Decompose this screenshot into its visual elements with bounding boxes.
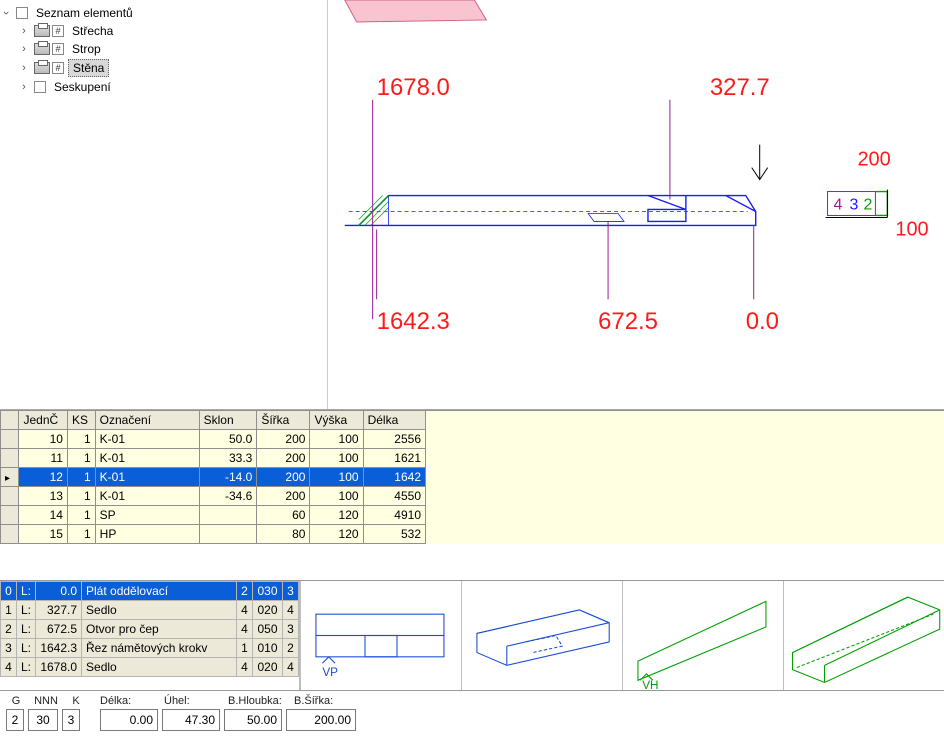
col-header[interactable]: Označení — [95, 411, 199, 430]
row-header[interactable] — [1, 468, 19, 487]
row-header[interactable] — [1, 430, 19, 449]
elements-table[interactable]: JednČKSOznačeníSklonŠířkaVýškaDélka 101K… — [0, 410, 426, 544]
table-row[interactable]: 151HP80120532 — [1, 525, 426, 544]
col-header[interactable]: Délka — [363, 411, 425, 430]
operations-table[interactable]: 0L:0.0Plát oddělovací203031L:327.7Sedlo4… — [0, 581, 300, 690]
tree-item-stěna[interactable]: # Stěna — [18, 58, 327, 78]
table-row[interactable]: 111K-0133.32001001621 — [1, 449, 426, 468]
lbl-nnn: NNN — [30, 695, 62, 707]
row-header[interactable] — [1, 487, 19, 506]
dim-label: 672.5 — [598, 308, 658, 335]
preview-thumbnails: VP VH — [300, 581, 944, 690]
beam-drawing — [345, 196, 756, 226]
operation-row[interactable]: 0L:0.0Plát oddělovací20303 — [1, 582, 299, 601]
tree-root-label: Seznam elementů — [32, 5, 137, 21]
tree-item-label: Střecha — [68, 23, 117, 39]
thumb-vh[interactable]: VH — [622, 581, 783, 690]
table-row[interactable]: 121K-01-14.02001001642 — [1, 468, 426, 487]
input-nnn[interactable] — [28, 709, 58, 731]
printer-icon — [34, 25, 50, 37]
expand-toggle-icon[interactable] — [18, 43, 30, 55]
input-sirka[interactable] — [286, 709, 356, 731]
lbl-k: K — [66, 695, 86, 707]
thumb-iso-blue[interactable] — [461, 581, 622, 690]
drawing-viewport[interactable]: 1678.0 327.7 — [328, 0, 944, 409]
material-section-icon — [345, 0, 487, 22]
col-header[interactable]: Sklon — [199, 411, 257, 430]
row-header[interactable] — [1, 525, 19, 544]
operation-row[interactable]: 4L:1678.0Sedlo40204 — [1, 658, 299, 677]
input-k[interactable] — [62, 709, 80, 731]
svg-text:2: 2 — [863, 196, 872, 213]
lbl-sirka: B.Šířka: — [294, 695, 354, 707]
dim-label: 327.7 — [710, 74, 770, 101]
col-header[interactable]: Výška — [310, 411, 363, 430]
tree-item-label: Stěna — [68, 59, 109, 77]
hash-icon: # — [52, 25, 64, 37]
element-tree: Seznam elementů # Střecha # Strop # Stěna Sesk… — [0, 0, 328, 409]
hash-icon: # — [52, 43, 64, 55]
table-row[interactable]: 101K-0150.02001002556 — [1, 430, 426, 449]
tree-item-strop[interactable]: # Strop — [18, 40, 327, 58]
tree-item-střecha[interactable]: # Střecha — [18, 22, 327, 40]
operation-row[interactable]: 3L:1642.3Řez námětových krokv10102 — [1, 639, 299, 658]
col-header[interactable]: Šířka — [257, 411, 310, 430]
hash-icon: # — [52, 62, 64, 74]
lbl-g: G — [6, 695, 26, 707]
row-header[interactable] — [1, 506, 19, 525]
checkbox-icon[interactable] — [16, 7, 28, 19]
table-row[interactable]: 131K-01-34.62001004550 — [1, 487, 426, 506]
elements-table-pane: JednČKSOznačeníSklonŠířkaVýškaDélka 101K… — [0, 410, 944, 580]
expand-toggle-icon[interactable] — [18, 62, 30, 74]
lbl-hloubka: B.Hloubka: — [228, 695, 290, 707]
svg-text:VP: VP — [322, 666, 338, 679]
input-g[interactable] — [6, 709, 24, 731]
parameter-bar: G NNN K Délka: Úhel: B.Hloubka: B.Šířka: — [0, 690, 944, 740]
tree-root[interactable]: Seznam elementů — [0, 4, 327, 22]
thumb-iso-green[interactable] — [783, 581, 944, 690]
input-hloubka[interactable] — [224, 709, 282, 731]
svg-text:4: 4 — [834, 196, 843, 213]
cross-section: 200 100 4 3 2 — [826, 149, 929, 241]
col-header[interactable]: KS — [67, 411, 95, 430]
table-row[interactable]: 141SP601204910 — [1, 506, 426, 525]
thumb-vp[interactable]: VP — [300, 581, 461, 690]
green-cut — [359, 196, 389, 226]
input-uhel[interactable] — [162, 709, 220, 731]
col-header[interactable]: JednČ — [19, 411, 68, 430]
lbl-delka: Délka: — [100, 695, 160, 707]
row-header[interactable] — [1, 449, 19, 468]
expand-toggle-icon[interactable] — [18, 81, 30, 93]
printer-icon — [34, 43, 50, 55]
operation-row[interactable]: 2L:672.5Otvor pro čep40503 — [1, 620, 299, 639]
svg-text:3: 3 — [849, 196, 858, 213]
checkbox-icon[interactable] — [34, 81, 46, 93]
dim-label: 0.0 — [746, 308, 779, 335]
operation-row[interactable]: 1L:327.7Sedlo40204 — [1, 601, 299, 620]
expand-toggle-icon[interactable] — [18, 25, 30, 37]
tree-item-seskupení[interactable]: Seskupení — [18, 78, 327, 96]
dim-label: 1678.0 — [377, 74, 450, 101]
tree-item-label: Seskupení — [50, 79, 115, 95]
tree-item-label: Strop — [68, 41, 105, 57]
svg-text:200: 200 — [857, 149, 890, 171]
lbl-uhel: Úhel: — [164, 695, 224, 707]
printer-icon — [34, 62, 50, 74]
input-delka[interactable] — [100, 709, 158, 731]
dim-label: 1642.3 — [377, 308, 450, 335]
svg-text:100: 100 — [895, 218, 928, 240]
expand-toggle-icon[interactable] — [0, 7, 12, 19]
svg-text:VH: VH — [642, 679, 658, 690]
